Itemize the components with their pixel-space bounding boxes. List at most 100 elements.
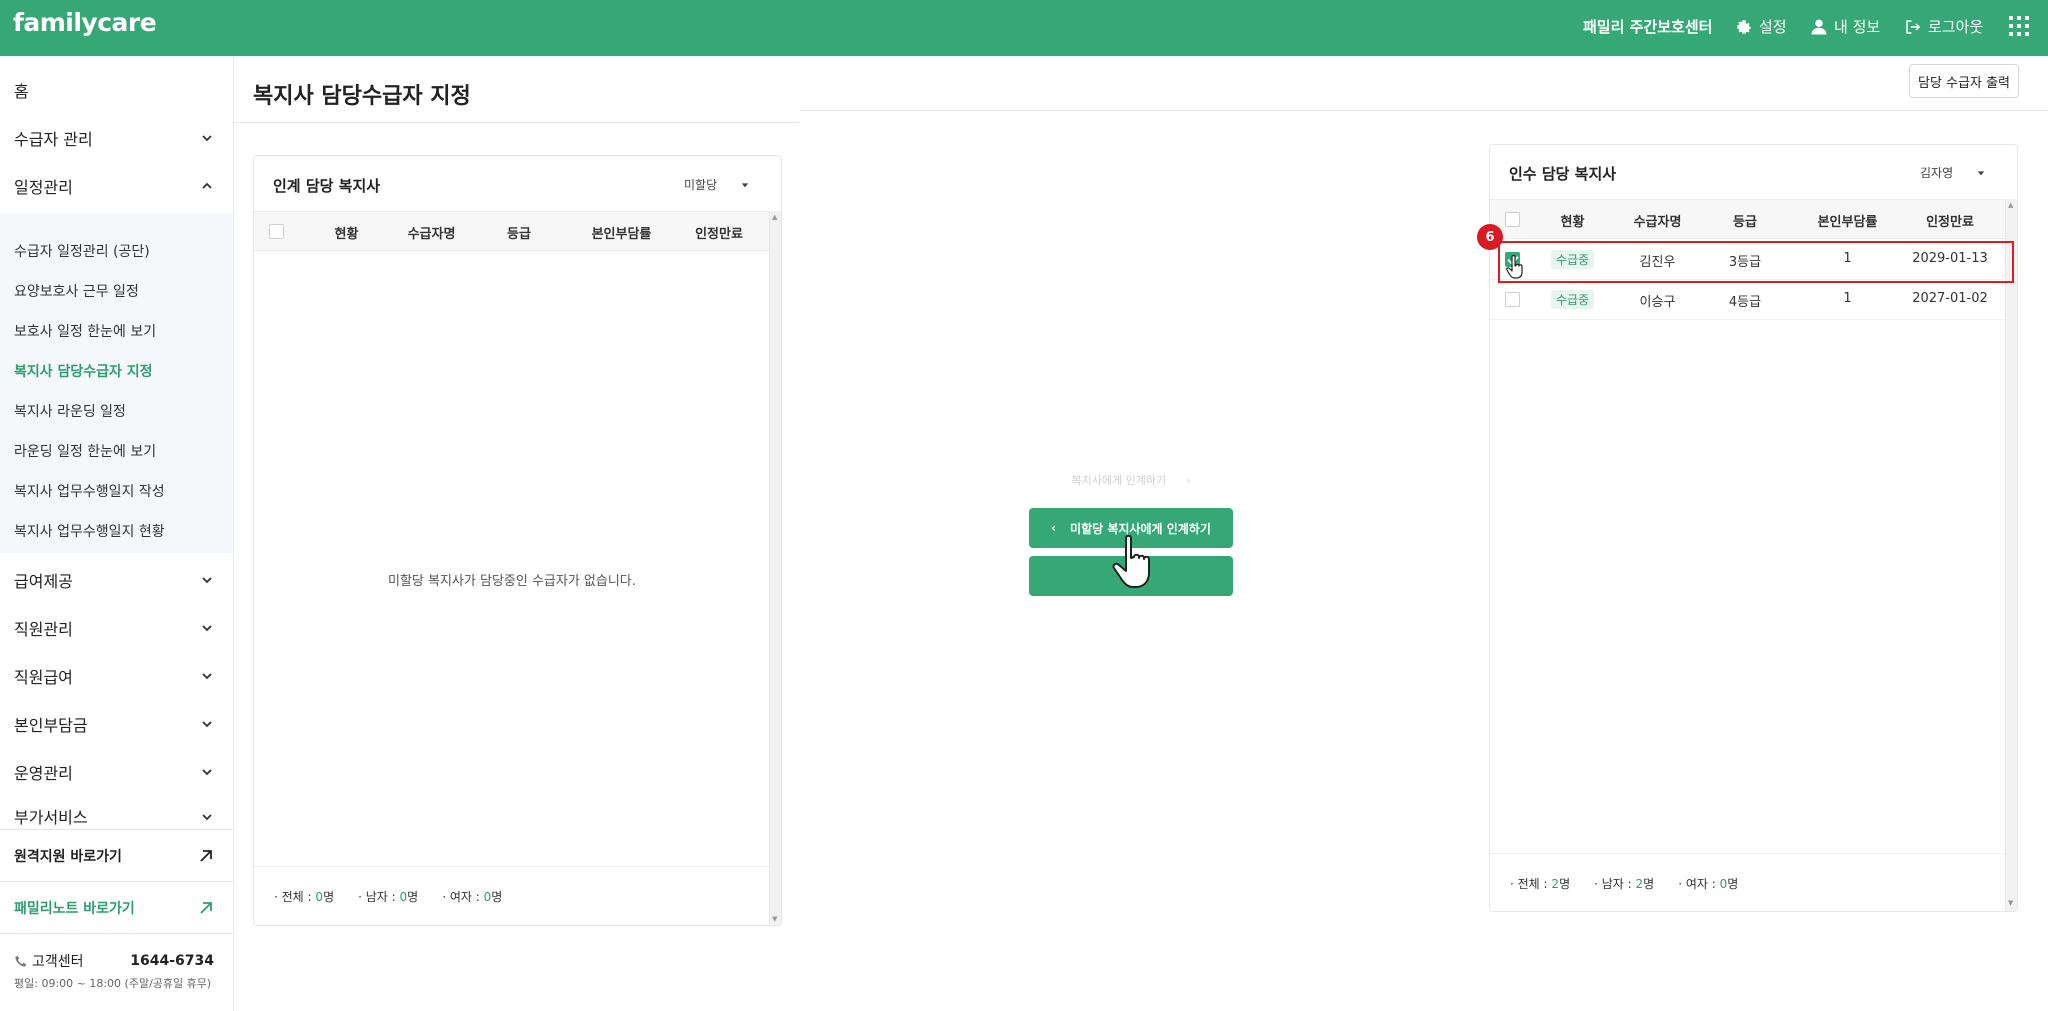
chevron-down-icon [202, 135, 212, 142]
pointer-hand-icon [1506, 254, 1523, 279]
customer-center-label: 고객센터 [32, 954, 84, 970]
sidebar-item-salary[interactable]: 직원급여 [14, 660, 214, 692]
stat-female: · 여자 : 0명 [1678, 877, 1739, 891]
phone-icon [15, 955, 27, 967]
sidebar-item-schedule[interactable]: 일정관리 [14, 170, 214, 202]
print-recipients-button[interactable]: 담당 수급자 출력 [1909, 64, 2019, 98]
sidebar-item-label: 직원관리 [14, 620, 73, 639]
sidebar-item-home[interactable]: 홈 [14, 74, 214, 106]
logo[interactable]: familycare [13, 8, 157, 37]
scrollbar[interactable]: ▲ ▼ [2005, 199, 2017, 911]
sidebar-item-operation[interactable]: 운영관리 [14, 756, 214, 788]
recipient-name: 이승구 [1639, 295, 1676, 310]
column-header: 현황 [334, 227, 359, 242]
title-divider [800, 110, 2048, 111]
chevron-down-icon [202, 814, 212, 821]
column-header: 수급자명 [1633, 215, 1682, 230]
selected-row-highlight [1498, 241, 2014, 283]
submenu-item[interactable]: 복지사 라운딩 일정 [14, 401, 126, 421]
customer-center: 고객센터 1644-6734 [14, 951, 214, 971]
column-header: 본인부담률 [591, 227, 652, 242]
scroll-up-icon[interactable]: ▲ [2008, 201, 2013, 209]
sidebar-item-label: 직원급여 [14, 668, 73, 687]
submenu-item[interactable]: 라운딩 일정 한눈에 보기 [14, 441, 156, 461]
scroll-up-icon[interactable]: ▲ [772, 213, 777, 221]
submenu-item[interactable]: 복지사 업무수행일지 작성 [14, 481, 165, 501]
stat-male: · 남자 : 2명 [1594, 877, 1655, 891]
row-checkbox[interactable] [1505, 292, 1520, 307]
copay-rate: 1 [1843, 291, 1852, 306]
select-all-checkbox[interactable] [269, 224, 284, 239]
chevron-up-icon [202, 182, 212, 189]
column-header: 등급 [507, 227, 531, 242]
column-header: 수급자명 [407, 227, 456, 242]
recipient-grade: 4등급 [1728, 295, 1762, 310]
step-badge: 6 [1477, 224, 1503, 250]
gear-icon [1737, 19, 1751, 34]
sidebar-divider [0, 829, 233, 830]
my-info-link[interactable]: 내 정보 [1810, 16, 1880, 37]
logout-label: 로그아웃 [1928, 18, 1984, 36]
arrow-up-right-icon [200, 902, 212, 914]
panel-title: 인수 담당 복지사 [1509, 165, 1617, 183]
expiry-date: 2027-01-02 [1912, 291, 1988, 306]
receiver-worker-select[interactable]: 김자영 [1920, 164, 1985, 181]
familynote-link[interactable]: 패밀리노트 바로가기 [14, 898, 214, 918]
scrollbar[interactable]: ▲ ▼ [769, 211, 781, 925]
scroll-down-icon[interactable]: ▼ [2008, 899, 2013, 907]
sidebar-item-label: 일정관리 [14, 178, 73, 197]
sidebar-item-label: 운영관리 [14, 764, 73, 783]
familynote-label: 패밀리노트 바로가기 [14, 901, 135, 917]
sidebar-item-label: 홈 [14, 82, 29, 101]
submenu-item[interactable]: 수급자 일정관리 (공단) [14, 241, 150, 261]
transfer-to-worker-button[interactable]: 복지사에게 인계하기 › [1029, 469, 1233, 491]
submenu-item-active[interactable]: 복지사 담당수급자 지정 [14, 361, 153, 381]
sidebar-item-recipient[interactable]: 수급자 관리 [14, 122, 214, 154]
select-all-checkbox[interactable] [1505, 212, 1520, 227]
sidebar-item-benefit[interactable]: 급여제공 [14, 564, 214, 596]
chevron-left-icon: ‹ [1051, 521, 1057, 535]
submenu-item[interactable]: 보호사 일정 한눈에 보기 [14, 321, 156, 341]
submenu-item[interactable]: 복지사 업무수행일지 현황 [14, 521, 165, 541]
sidebar-item-copay[interactable]: 본인부담금 [14, 708, 214, 740]
stat-male: · 남자 : 0명 [358, 890, 419, 904]
sidebar-item-label: 수급자 관리 [14, 130, 93, 149]
panel-title: 인계 담당 복지사 [273, 177, 381, 195]
caret-down-icon [1977, 170, 1985, 175]
sidebar-item-extra[interactable]: 부가서비스 [14, 804, 214, 828]
logout-link[interactable]: 로그아웃 [1904, 16, 1983, 37]
apps-grid-icon[interactable] [2007, 14, 2031, 38]
sidebar-divider [0, 881, 233, 882]
settings-link[interactable]: 설정 [1735, 16, 1787, 37]
column-header: 인정만료 [1926, 215, 1974, 230]
my-info-label: 내 정보 [1834, 18, 1881, 36]
sidebar-item-staff[interactable]: 직원관리 [14, 612, 214, 644]
sidebar-divider [0, 933, 233, 934]
status-badge: 수급중 [1551, 290, 1595, 309]
sidebar-item-label: 부가서비스 [14, 808, 88, 827]
stat-female: · 여자 : 0명 [442, 890, 503, 904]
user-icon [1811, 19, 1827, 34]
logout-icon [1906, 19, 1921, 34]
title-divider [234, 122, 799, 123]
arrow-up-right-icon [200, 850, 212, 862]
column-header: 등급 [1733, 215, 1757, 230]
table-header: 현황 수급자명 등급 본인부담률 인정만료 [254, 211, 769, 251]
schedule-submenu: 수급자 일정관리 (공단) 요양보호사 근무 일정 보호사 일정 한눈에 보기 … [0, 213, 233, 553]
remote-support-link[interactable]: 원격지원 바로가기 [14, 846, 214, 866]
stats-footer: · 전체 : 2명 · 남자 : 2명 · 여자 : 0명 [1490, 853, 2005, 911]
sidebar-item-label: 급여제공 [14, 572, 73, 591]
settings-label: 설정 [1759, 18, 1787, 36]
top-bar: familycare 패밀리 주간보호센터 설정 내 정보 로그아웃 [0, 0, 2048, 56]
submenu-item[interactable]: 요양보호사 근무 일정 [14, 281, 139, 301]
center-name: 패밀리 주간보호센터 [1583, 18, 1713, 36]
page-title: 복지사 담당수급자 지정 [253, 84, 471, 109]
customer-center-hours: 평일: 09:00 ~ 18:00 (주말/공휴일 휴무) [14, 977, 212, 990]
scroll-down-icon[interactable]: ▼ [772, 915, 777, 923]
chevron-down-icon [202, 577, 212, 584]
chevron-down-icon [202, 769, 212, 776]
stat-total: · 전체 : 2명 [1510, 877, 1571, 891]
remote-support-label: 원격지원 바로가기 [14, 849, 122, 865]
table-row[interactable]: 수급중 이승구 4등급 1 2027-01-02 [1490, 280, 2005, 320]
handover-worker-select[interactable]: 미할당 [684, 176, 749, 193]
